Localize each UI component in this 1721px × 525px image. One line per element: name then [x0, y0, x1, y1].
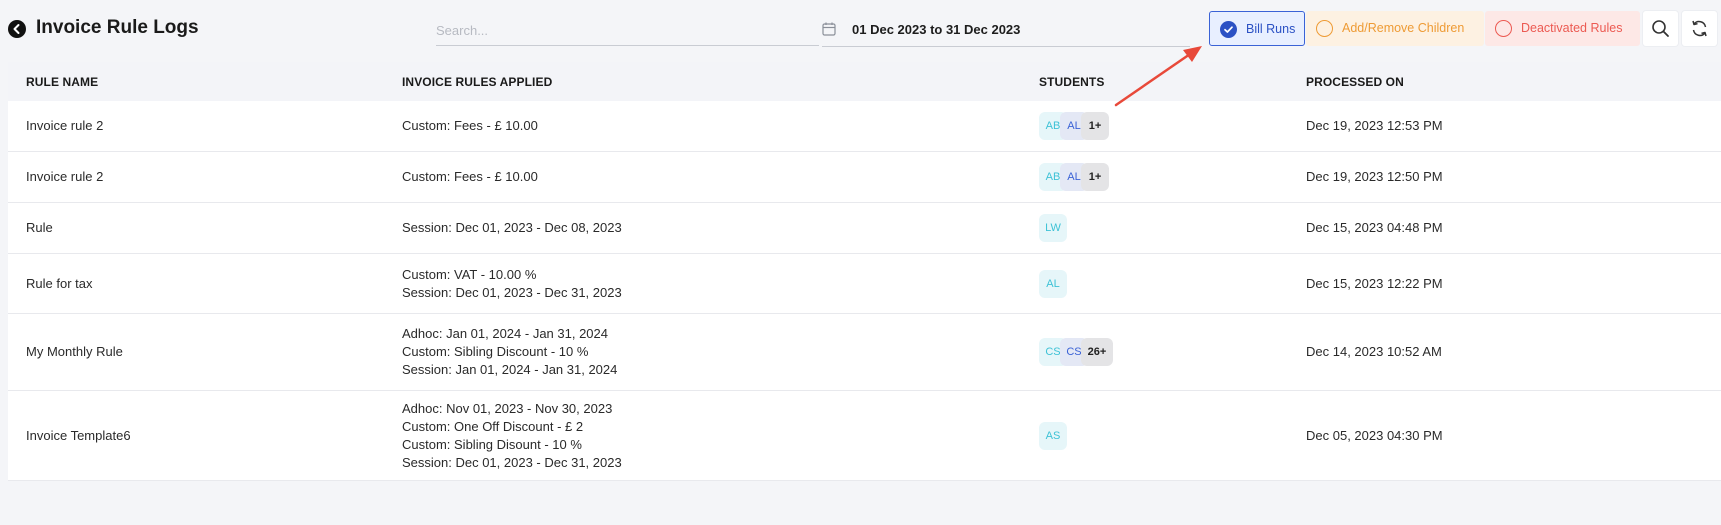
processed-on: Dec 05, 2023 04:30 PM	[1306, 428, 1443, 443]
more-students-badge[interactable]: 26+	[1081, 338, 1113, 366]
rule-line: Custom: Sibling Disount - 10 %	[402, 437, 582, 452]
invoice-rules-applied: Custom: Fees - £ 10.00	[402, 117, 538, 135]
processed-on: Dec 19, 2023 12:53 PM	[1306, 118, 1443, 133]
invoice-rules-applied: Custom: VAT - 10.00 % Session: Dec 01, 2…	[402, 266, 622, 302]
refresh-icon	[1692, 20, 1707, 37]
more-students-badge[interactable]: 1+	[1081, 112, 1109, 140]
filter-bill-runs-label: Bill Runs	[1246, 22, 1296, 36]
processed-on: Dec 15, 2023 04:48 PM	[1306, 220, 1443, 235]
table-row[interactable]: Invoice Template6 Adhoc: Nov 01, 2023 - …	[8, 391, 1721, 481]
filter-deactivated-rules-button[interactable]: Deactivated Rules	[1485, 11, 1640, 46]
more-students-badge[interactable]: 1+	[1081, 163, 1109, 191]
rule-line: Session: Dec 01, 2023 - Dec 08, 2023	[402, 220, 622, 235]
rule-line: Custom: Fees - £ 10.00	[402, 118, 538, 133]
processed-on: Dec 14, 2023 10:52 AM	[1306, 344, 1442, 359]
column-header-rule-name: RULE NAME	[26, 75, 99, 89]
rule-line: Session: Dec 01, 2023 - Dec 31, 2023	[402, 455, 622, 470]
rule-line: Custom: Sibling Discount - 10 %	[402, 344, 589, 359]
annotation-arrow-icon	[1114, 46, 1202, 107]
processed-on: Dec 15, 2023 12:22 PM	[1306, 276, 1443, 291]
rule-name: Invoice rule 2	[26, 169, 104, 184]
rule-name: Invoice rule 2	[26, 118, 104, 133]
invoice-rules-applied: Custom: Fees - £ 10.00	[402, 168, 538, 186]
search-input[interactable]	[436, 16, 819, 46]
rule-line: Custom: Fees - £ 10.00	[402, 169, 538, 184]
invoice-rules-applied: Session: Dec 01, 2023 - Dec 08, 2023	[402, 219, 622, 237]
rule-line: Adhoc: Jan 01, 2024 - Jan 31, 2024	[402, 326, 608, 341]
table-row[interactable]: My Monthly Rule Adhoc: Jan 01, 2024 - Ja…	[8, 314, 1721, 391]
radio-circle-icon	[1495, 20, 1512, 37]
table-row[interactable]: Invoice rule 2 Custom: Fees - £ 10.00 AB…	[8, 101, 1721, 152]
search-button[interactable]	[1643, 11, 1678, 46]
invoice-rules-applied: Adhoc: Jan 01, 2024 - Jan 31, 2024 Custo…	[402, 325, 617, 379]
filter-add-remove-children-button[interactable]: Add/Remove Children	[1306, 11, 1484, 46]
rule-name: Rule	[26, 220, 53, 235]
rule-name: Rule for tax	[26, 276, 93, 291]
page-title: Invoice Rule Logs	[36, 17, 199, 38]
processed-on: Dec 19, 2023 12:50 PM	[1306, 169, 1443, 184]
rule-line: Custom: VAT - 10.00 %	[402, 267, 537, 282]
top-bar: Invoice Rule Logs 01 Dec 2023 to 31 Dec …	[0, 0, 1721, 58]
table-row[interactable]: Rule for tax Custom: VAT - 10.00 % Sessi…	[8, 254, 1721, 314]
table-row[interactable]: Invoice rule 2 Custom: Fees - £ 10.00 AB…	[8, 152, 1721, 203]
check-circle-icon	[1220, 21, 1237, 38]
filter-deactivated-rules-label: Deactivated Rules	[1521, 21, 1623, 35]
filter-add-remove-children-label: Add/Remove Children	[1342, 21, 1465, 35]
rule-line: Session: Dec 01, 2023 - Dec 31, 2023	[402, 285, 622, 300]
filter-bill-runs-button[interactable]: Bill Runs	[1209, 11, 1305, 46]
invoice-rule-logs-table: RULE NAME INVOICE RULES APPLIED STUDENTS…	[8, 62, 1721, 481]
date-range-value: 01 Dec 2023 to 31 Dec 2023	[852, 22, 1021, 37]
invoice-rules-applied: Adhoc: Nov 01, 2023 - Nov 30, 2023 Custo…	[402, 400, 622, 472]
back-arrow-icon[interactable]	[8, 20, 26, 38]
radio-circle-icon	[1316, 20, 1333, 37]
rule-name: Invoice Template6	[26, 428, 131, 443]
column-header-invoice-rules-applied: INVOICE RULES APPLIED	[402, 75, 553, 89]
rule-line: Adhoc: Nov 01, 2023 - Nov 30, 2023	[402, 401, 613, 416]
table-row[interactable]: Rule Session: Dec 01, 2023 - Dec 08, 202…	[8, 203, 1721, 254]
student-avatar[interactable]: AL	[1039, 270, 1067, 298]
student-avatar[interactable]: AS	[1039, 422, 1067, 450]
table-header: RULE NAME INVOICE RULES APPLIED STUDENTS…	[8, 62, 1721, 101]
column-header-processed-on: PROCESSED ON	[1306, 75, 1404, 89]
rule-name: My Monthly Rule	[26, 344, 123, 359]
student-avatar[interactable]: LW	[1039, 214, 1067, 242]
search-icon	[1652, 20, 1669, 37]
rule-line: Session: Jan 01, 2024 - Jan 31, 2024	[402, 362, 618, 377]
calendar-icon	[822, 22, 836, 36]
column-header-students: STUDENTS	[1039, 75, 1105, 89]
refresh-button[interactable]	[1682, 11, 1717, 46]
rule-line: Custom: One Off Discount - £ 2	[402, 419, 584, 434]
